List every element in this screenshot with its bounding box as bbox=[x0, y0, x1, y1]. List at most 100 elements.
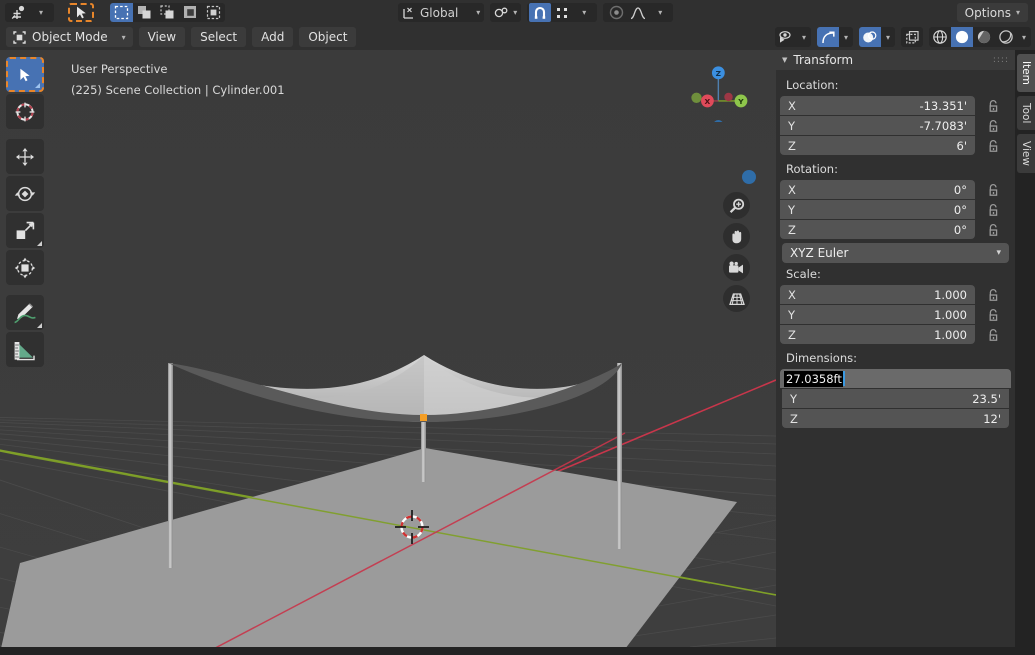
transform-orientation-dropdown[interactable]: Global ▾ bbox=[398, 3, 485, 22]
falloff-chevron-down-icon[interactable]: ▾ bbox=[649, 3, 671, 22]
sidebar-tab-tool[interactable]: Tool bbox=[1017, 95, 1035, 131]
panel-collapse-triangle-icon[interactable]: ▼ bbox=[782, 56, 787, 64]
location-y-value: -7.7083' bbox=[919, 118, 967, 133]
editor-type-icon[interactable] bbox=[7, 3, 30, 22]
tool-move[interactable] bbox=[6, 139, 44, 174]
transform-panel-header[interactable]: ▼ Transform :::: bbox=[776, 50, 1015, 70]
scale-x-lock-button[interactable] bbox=[975, 288, 1011, 302]
tool-measure[interactable] bbox=[6, 332, 44, 367]
shading-chevron-down-icon[interactable]: ▾ bbox=[1017, 27, 1031, 47]
toggle-ortho-button[interactable] bbox=[723, 285, 750, 312]
overlay-chevron-down-icon[interactable]: ▾ bbox=[881, 27, 895, 47]
sidebar-tab-item[interactable]: Item bbox=[1017, 54, 1035, 92]
cursor-select-tool-button[interactable] bbox=[68, 2, 94, 22]
pole-right bbox=[617, 363, 622, 549]
camera-view-button[interactable] bbox=[723, 254, 750, 281]
location-y-lock-button[interactable] bbox=[975, 119, 1011, 133]
mode-selector-dropdown[interactable]: Object Mode ▾ bbox=[6, 27, 133, 47]
scale-z-field[interactable]: Z 1.000 bbox=[780, 325, 975, 344]
menu-object[interactable]: Object bbox=[299, 27, 357, 47]
shading-wireframe-button[interactable] bbox=[929, 27, 951, 47]
pan-view-button[interactable] bbox=[723, 223, 750, 250]
select-subtract-mode-button[interactable] bbox=[156, 3, 179, 22]
rotation-mode-chevron-down-icon[interactable]: ▾ bbox=[996, 248, 1001, 258]
tool-cursor[interactable] bbox=[6, 94, 44, 129]
open-padlock-icon bbox=[989, 328, 997, 341]
shading-rendered-button[interactable] bbox=[995, 27, 1017, 47]
dimensions-x-input[interactable]: 27.0358ft bbox=[780, 369, 1011, 388]
select-intersect-mode-button[interactable] bbox=[202, 3, 225, 22]
snap-chevron-down-icon[interactable]: ▾ bbox=[573, 3, 595, 22]
rotation-mode-dropdown[interactable]: XYZ Euler ▾ bbox=[782, 243, 1009, 263]
proportional-edit-toggle[interactable] bbox=[605, 3, 627, 22]
tool-scale[interactable] bbox=[6, 213, 44, 248]
select-set-mode-button[interactable] bbox=[110, 2, 133, 22]
location-x-field[interactable]: X -13.351' bbox=[780, 96, 975, 115]
rotation-z-field[interactable]: Z 0° bbox=[780, 220, 975, 239]
toggle-xray-button[interactable] bbox=[901, 27, 923, 47]
shading-material-button[interactable] bbox=[973, 27, 995, 47]
select-extend-mode-button[interactable] bbox=[133, 3, 156, 22]
options-button[interactable]: Options ▾ bbox=[956, 3, 1028, 22]
scale-y-lock-button[interactable] bbox=[975, 308, 1011, 322]
rotation-y-lock-button[interactable] bbox=[975, 203, 1011, 217]
viewport-header-right-controls: ▾ ▾ ▾ ▾ bbox=[775, 27, 1031, 47]
scale-x-field[interactable]: X 1.000 bbox=[780, 285, 975, 304]
dimensions-y-field[interactable]: Y 23.5' bbox=[782, 389, 1009, 408]
proportional-circle-icon bbox=[609, 5, 624, 20]
dimensions-y-axis-label: Y bbox=[790, 391, 798, 406]
editor-type-chevron-down-icon[interactable]: ▾ bbox=[30, 3, 52, 22]
shading-solid-button[interactable] bbox=[951, 27, 973, 47]
location-x-lock-button[interactable] bbox=[975, 99, 1011, 113]
transform-orientation-chevron-down-icon[interactable]: ▾ bbox=[476, 8, 480, 17]
menu-add[interactable]: Add bbox=[252, 27, 294, 47]
location-z-field[interactable]: Z 6' bbox=[780, 136, 975, 155]
mode-selector-label: Object Mode bbox=[32, 30, 108, 44]
rotation-z-lock-button[interactable] bbox=[975, 223, 1011, 237]
snap-magnet-toggle[interactable] bbox=[529, 3, 552, 22]
snap-target-chevron-down-icon[interactable]: ▾ bbox=[513, 8, 517, 17]
navigation-gizmo[interactable]: Z X Y bbox=[684, 58, 748, 122]
dimensions-x-row: 27.0358ft bbox=[780, 369, 1011, 388]
select-invert-mode-button[interactable] bbox=[179, 3, 202, 22]
options-chevron-down-icon[interactable]: ▾ bbox=[1016, 8, 1020, 17]
rotation-x-lock-button[interactable] bbox=[975, 183, 1011, 197]
rotation-y-field[interactable]: Y 0° bbox=[780, 200, 975, 219]
zoom-view-button[interactable] bbox=[723, 192, 750, 219]
select-mode-group[interactable] bbox=[110, 2, 225, 22]
menu-view[interactable]: View bbox=[138, 27, 186, 47]
scale-z-lock-button[interactable] bbox=[975, 328, 1011, 342]
tool-tweak[interactable] bbox=[6, 57, 44, 92]
rotation-label: Rotation: bbox=[786, 162, 838, 176]
location-z-lock-button[interactable] bbox=[975, 139, 1011, 153]
rotation-x-field[interactable]: X 0° bbox=[780, 180, 975, 199]
dimensions-z-field[interactable]: Z 12' bbox=[782, 409, 1009, 428]
gizmo-chevron-down-icon[interactable]: ▾ bbox=[839, 27, 853, 47]
editor-type-group[interactable]: ▾ bbox=[5, 2, 54, 22]
snap-target-dropdown[interactable]: ▾ bbox=[490, 3, 522, 22]
tool-annotate[interactable] bbox=[6, 295, 44, 330]
3d-viewport[interactable]: User Perspective (225) Scene Collection … bbox=[0, 50, 776, 647]
gizmo-minus-z-dot[interactable] bbox=[742, 170, 756, 184]
snap-mode-grid-icon[interactable] bbox=[551, 3, 573, 22]
tool-rotate[interactable] bbox=[6, 176, 44, 211]
location-x-row: X -13.351' bbox=[780, 96, 1011, 115]
scene-collection-label: (225) Scene Collection | Cylinder.001 bbox=[71, 83, 285, 97]
open-padlock-icon bbox=[989, 183, 997, 196]
sidebar-tab-view[interactable]: View bbox=[1017, 134, 1035, 174]
menu-select[interactable]: Select bbox=[191, 27, 247, 47]
scale-y-field[interactable]: Y 1.000 bbox=[780, 305, 975, 324]
properties-sidebar: ▼ Transform :::: Location: X -13.351' Y … bbox=[776, 50, 1015, 647]
tool-transform[interactable] bbox=[6, 250, 44, 285]
location-y-field[interactable]: Y -7.7083' bbox=[780, 116, 975, 135]
rotation-fields: X 0° Y 0° Z 0° bbox=[780, 180, 1011, 239]
show-gizmo-toggle[interactable] bbox=[817, 27, 839, 47]
mode-selector-chevron-down-icon[interactable]: ▾ bbox=[122, 33, 126, 42]
visibility-chevron-down-icon[interactable]: ▾ bbox=[797, 27, 811, 47]
crosshair-cursor-icon bbox=[15, 102, 35, 121]
falloff-type-icon[interactable] bbox=[627, 3, 649, 22]
drag-grip-icon[interactable]: :::: bbox=[993, 56, 1009, 65]
transform-snap-controls: Global ▾ ▾ ▾ ▾ bbox=[398, 3, 674, 22]
object-visibility-button[interactable] bbox=[775, 27, 797, 47]
show-overlays-toggle[interactable] bbox=[859, 27, 881, 47]
